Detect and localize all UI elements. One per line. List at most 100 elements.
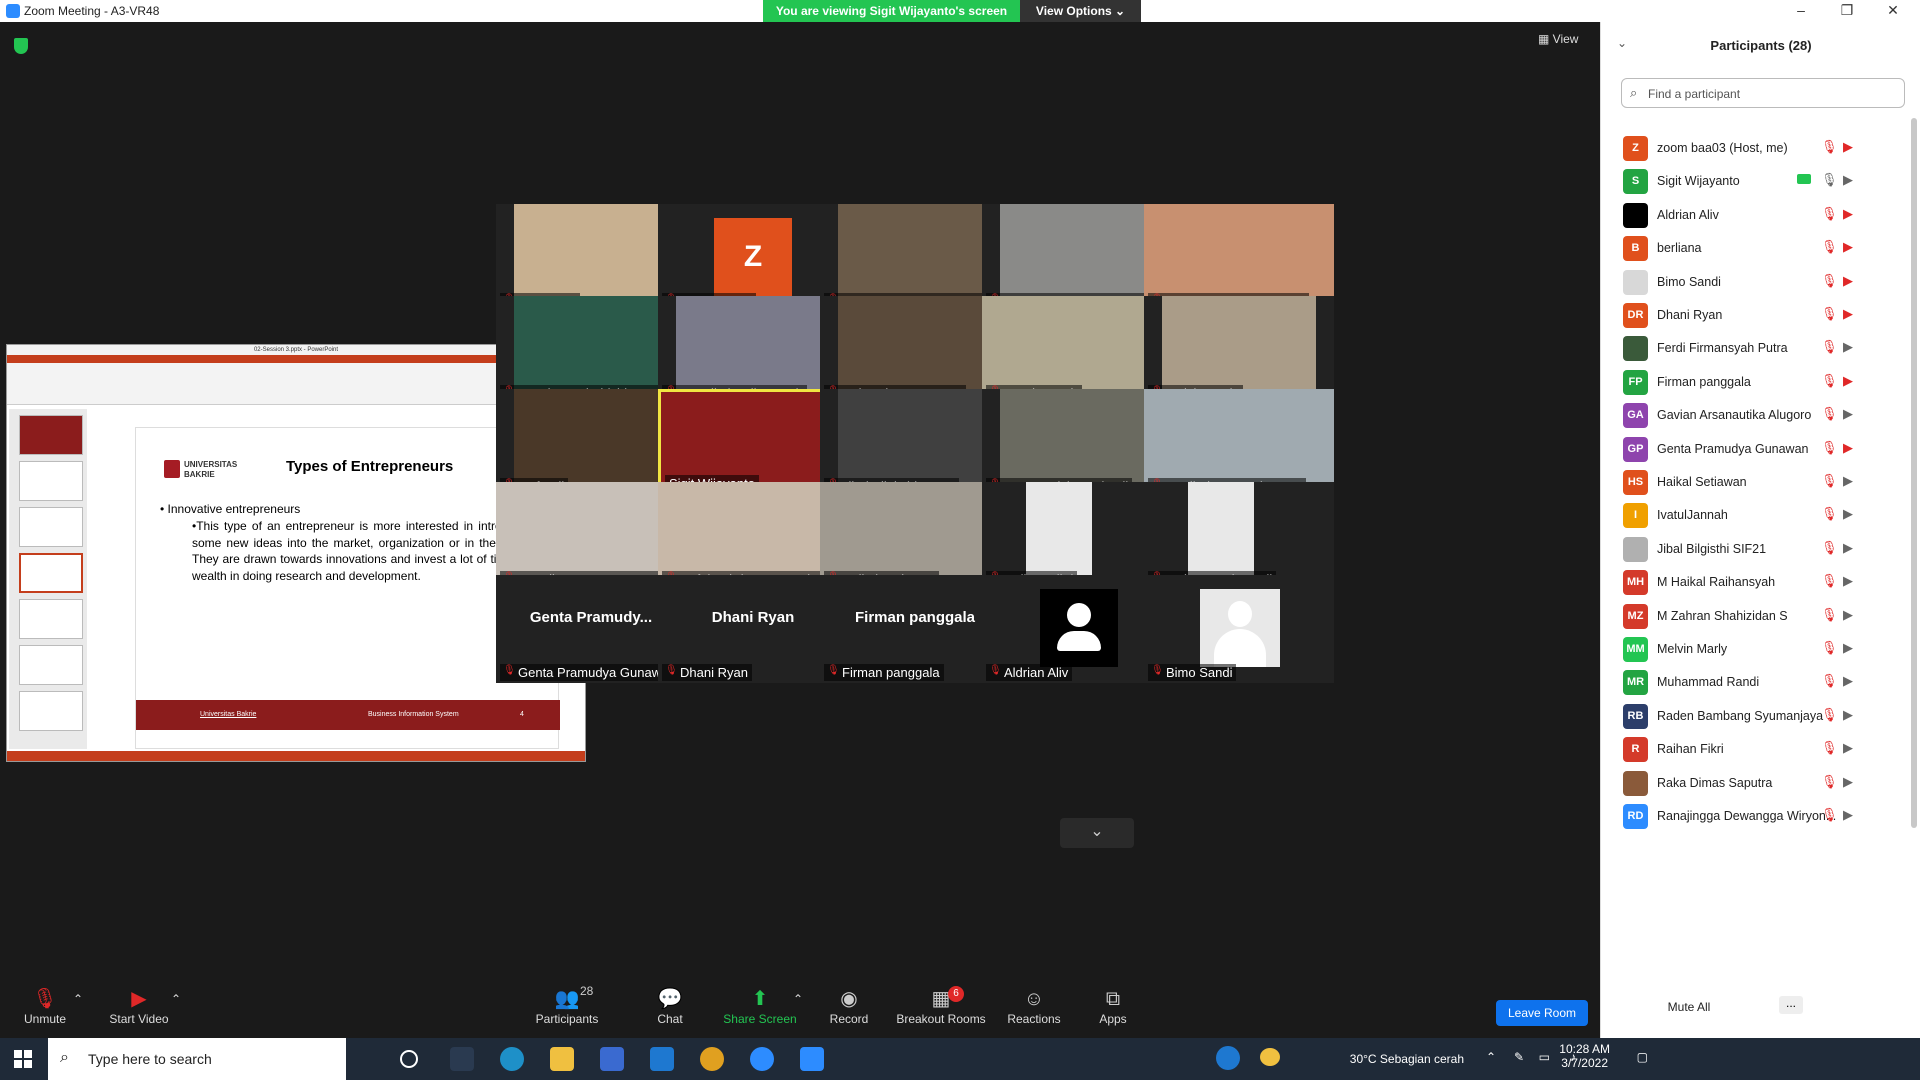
video-tile[interactable]: 🎙 Bimo Sandi <box>1144 575 1334 683</box>
mic-muted-icon[interactable]: 🎙 <box>1821 673 1838 689</box>
participants-button[interactable]: 👥 28 Participants <box>530 984 604 1026</box>
find-participant-input[interactable]: ⌕ Find a participant <box>1621 78 1905 108</box>
breakout-rooms-button[interactable]: ▦ 6 Breakout Rooms <box>896 986 986 1026</box>
leave-room-button[interactable]: Leave Room <box>1496 1000 1588 1026</box>
video-icon[interactable]: ▶ <box>1843 473 1853 489</box>
record-button[interactable]: ◉ Record <box>826 986 872 1026</box>
mic-muted-icon[interactable]: 🎙 <box>1821 139 1838 155</box>
video-icon[interactable]: ▶ <box>1843 540 1853 556</box>
video-icon[interactable]: ▶ <box>1843 339 1853 355</box>
video-icon[interactable]: ▶ <box>1843 506 1853 522</box>
mic-muted-icon[interactable]: 🎙 <box>1821 239 1838 255</box>
pen-icon[interactable]: ✎ <box>1514 1050 1524 1064</box>
mic-muted-icon[interactable]: 🎙 <box>1821 473 1838 489</box>
teamviewer-icon[interactable] <box>750 1047 774 1071</box>
store-icon[interactable] <box>600 1047 624 1071</box>
video-icon[interactable]: ▶ <box>1843 640 1853 656</box>
notification-icon[interactable]: ▢ <box>1637 1050 1648 1064</box>
video-off-icon[interactable]: ▶ <box>1843 239 1853 255</box>
help-icon[interactable] <box>1216 1046 1240 1070</box>
share-screen-button[interactable]: ⬆ Share Screen <box>720 986 800 1026</box>
mic-muted-icon[interactable]: 🎙 <box>1821 206 1838 222</box>
next-page-arrow-icon[interactable]: ⌄ <box>1060 818 1134 848</box>
participant-name: Dhani Ryan <box>680 665 748 680</box>
clock[interactable]: 10:28 AM 3/7/2022 <box>1559 1042 1610 1070</box>
chat-button[interactable]: 💬 Chat <box>650 986 690 1026</box>
edge-icon[interactable] <box>500 1047 524 1071</box>
participant-name: Aldrian Aliv <box>1004 665 1069 680</box>
mic-muted-icon[interactable]: 🎙 <box>1821 440 1838 456</box>
mic-muted-icon[interactable]: 🎙 <box>1821 339 1838 355</box>
video-icon[interactable]: ▶ <box>1843 774 1853 790</box>
video-icon[interactable]: ▶ <box>1843 807 1853 823</box>
video-icon[interactable]: ▶ <box>1843 740 1853 756</box>
reactions-button[interactable]: ☺ Reactions <box>1006 986 1062 1026</box>
participant-row[interactable]: RD Ranajingga Dewangga Wiryon... 🎙 ▶ <box>1601 796 1911 837</box>
slide-title: Types of Entrepreneurs <box>286 458 454 475</box>
taskbar-search-box[interactable]: ⌕ Type here to search <box>48 1038 346 1080</box>
avatar: B <box>1623 236 1648 262</box>
mic-icon[interactable]: 🎙 <box>1821 172 1838 188</box>
video-off-icon[interactable]: ▶ <box>1843 273 1853 289</box>
mic-muted-icon[interactable]: 🎙 <box>1821 707 1838 723</box>
video-tile[interactable]: 🎙Melvin Marly <box>1144 296 1334 404</box>
minimize-icon[interactable]: – <box>1778 0 1824 22</box>
restore-icon[interactable]: ❐ <box>1824 0 1870 22</box>
zoom-taskbar-icon[interactable] <box>800 1047 824 1071</box>
chrome-icon[interactable] <box>700 1047 724 1071</box>
weather-icon[interactable] <box>1260 1048 1280 1066</box>
mic-muted-icon[interactable]: 🎙 <box>1821 273 1838 289</box>
video-off-icon[interactable]: ▶ <box>1843 139 1853 155</box>
video-off-icon[interactable]: ▶ <box>1843 206 1853 222</box>
avatar <box>1623 202 1648 228</box>
participant-row-name: Ferdi Firmansyah Putra <box>1657 341 1788 356</box>
mic-muted-icon[interactable]: 🎙 <box>1821 640 1838 656</box>
participant-row-name: Gavian Arsanautika Alugoro <box>1657 408 1812 423</box>
encryption-shield-icon[interactable] <box>14 38 28 54</box>
mic-muted-icon[interactable]: 🎙 <box>1821 506 1838 522</box>
view-options-button[interactable]: View Options ⌄ <box>1020 0 1141 22</box>
mic-muted-icon[interactable]: 🎙 <box>1821 774 1838 790</box>
audio-options-chevron-icon[interactable]: ⌃ <box>72 992 84 1006</box>
mic-muted-icon[interactable]: 🎙 <box>1821 740 1838 756</box>
cortana-icon[interactable] <box>400 1050 418 1068</box>
video-tile[interactable]: 🎙Muhammad Randi <box>1144 482 1334 590</box>
video-off-icon[interactable]: ▶ <box>1843 306 1853 322</box>
video-off-icon[interactable]: ▶ <box>1843 373 1853 389</box>
video-icon[interactable]: ▶ <box>1843 573 1853 589</box>
mic-muted-icon[interactable]: 🎙 <box>1821 373 1838 389</box>
participant-name: Genta Pramudya Gunawan <box>518 665 676 680</box>
mail-icon[interactable] <box>650 1047 674 1071</box>
file-explorer-icon[interactable] <box>550 1047 574 1071</box>
windows-start-icon[interactable] <box>14 1050 32 1068</box>
view-button[interactable]: ▦ View <box>1538 32 1578 46</box>
share-options-chevron-icon[interactable]: ⌃ <box>792 992 804 1006</box>
close-icon[interactable]: ✕ <box>1870 0 1916 22</box>
mic-muted-icon[interactable]: 🎙 <box>1821 540 1838 556</box>
video-icon[interactable]: ▶ <box>1843 172 1853 188</box>
video-icon[interactable]: ▶ <box>1843 707 1853 723</box>
panel-scrollbar[interactable] <box>1911 118 1917 828</box>
video-icon[interactable]: ▶ <box>1843 607 1853 623</box>
video-off-icon[interactable]: ▶ <box>1843 440 1853 456</box>
mic-muted-icon[interactable]: 🎙 <box>1821 306 1838 322</box>
mic-muted-icon[interactable]: 🎙 <box>1821 607 1838 623</box>
start-video-button[interactable]: ▶ Start Video <box>104 986 174 1026</box>
video-tile[interactable]: 🎙Ferdi Firmansyah Putra <box>1144 389 1334 497</box>
task-view-icon[interactable] <box>450 1047 474 1071</box>
network-icon[interactable]: ▭ <box>1539 1050 1550 1064</box>
unmute-button[interactable]: 🎙 Unmute <box>20 986 70 1026</box>
video-options-chevron-icon[interactable]: ⌃ <box>170 992 182 1006</box>
more-options-button[interactable]: ... <box>1779 996 1803 1014</box>
mute-all-button[interactable]: Mute All <box>1659 1000 1719 1014</box>
mic-muted-icon[interactable]: 🎙 <box>1821 573 1838 589</box>
video-icon[interactable]: ▶ <box>1843 406 1853 422</box>
weather-text[interactable]: 30°C Sebagian cerah <box>1350 1052 1464 1066</box>
viewing-screen-label: You are viewing Sigit Wijayanto's screen <box>763 0 1020 22</box>
mic-muted-icon[interactable]: 🎙 <box>1821 406 1838 422</box>
video-icon[interactable]: ▶ <box>1843 673 1853 689</box>
participant-row-name: Raka Dimas Saputra <box>1657 775 1773 790</box>
tray-chevron-icon[interactable]: ⌃ <box>1486 1050 1496 1064</box>
mic-muted-icon[interactable]: 🎙 <box>1821 807 1838 823</box>
apps-button[interactable]: ⧉ Apps <box>1096 986 1130 1026</box>
